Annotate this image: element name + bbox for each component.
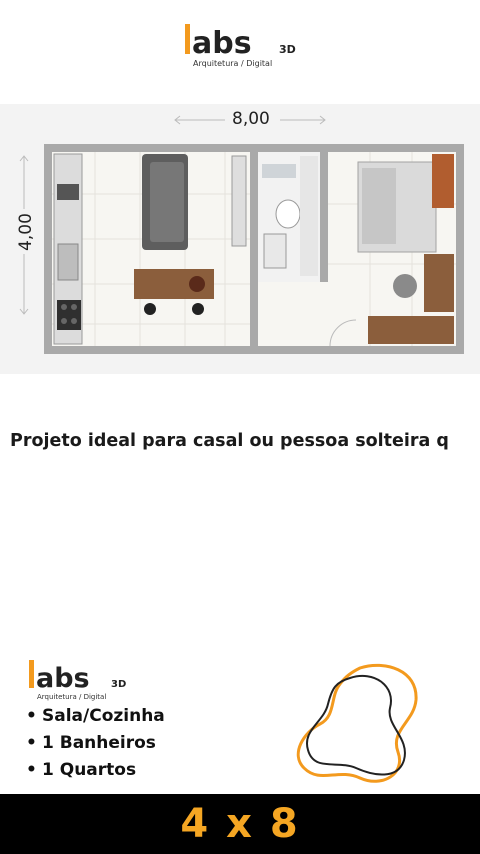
brand-logo-top: abs 3D Arquitetura / Digital [185, 24, 296, 68]
wardrobe-icon [368, 316, 454, 344]
burner-icon [71, 304, 77, 310]
decorative-blob-icon [296, 663, 418, 783]
desk-icon [424, 254, 454, 312]
fruit-bowl-icon [189, 276, 205, 292]
shower-icon [262, 164, 296, 178]
blob-black [305, 675, 406, 776]
size-label: 4 x 8 [180, 801, 300, 847]
sink-icon [57, 184, 79, 200]
stove-icon [57, 300, 81, 330]
stool-icon [192, 303, 204, 315]
bullet: • [26, 733, 37, 753]
feature-item: • Sala/Cozinha [26, 703, 165, 730]
floor-plan [0, 104, 480, 374]
logo-tagline: Arquitetura / Digital [37, 693, 106, 701]
hall-floor [258, 282, 328, 346]
logo-suffix: 3D [111, 679, 126, 690]
stool-icon [144, 303, 156, 315]
logo-l-bar [29, 660, 34, 688]
bed-pillow [362, 168, 396, 244]
sofa-cushion [150, 162, 184, 242]
floor-plan-drawing [19, 115, 464, 354]
logo-l-bar [185, 24, 190, 54]
tv-stand-icon [231, 155, 247, 247]
logo-suffix: 3D [279, 43, 296, 56]
plan-height-label: 4,00 [16, 213, 36, 251]
project-caption: Projeto ideal para casal ou pessoa solte… [10, 431, 449, 451]
feature-label: Sala/Cozinha [42, 706, 165, 726]
feature-item: • 1 Banheiros [26, 730, 165, 757]
logo-wordmark: abs [36, 663, 90, 694]
plan-width-label: 8,00 [232, 109, 270, 129]
burner-icon [71, 318, 77, 324]
burner-icon [61, 304, 67, 310]
toilet-icon [275, 199, 301, 229]
logo-tagline: Arquitetura / Digital [193, 59, 272, 68]
headboard-icon [432, 154, 454, 208]
brand-logo-bottom: abs 3D Arquitetura / Digital [29, 660, 126, 701]
feature-item: • 1 Quartos [26, 757, 165, 784]
feature-label: 1 Quartos [42, 760, 137, 780]
feature-list: • Sala/Cozinha • 1 Banheiros • 1 Quartos [26, 703, 165, 784]
chair-icon [393, 274, 417, 298]
feature-label: 1 Banheiros [42, 733, 156, 753]
bullet: • [26, 706, 37, 726]
footer-bar: 4 x 8 [0, 794, 480, 854]
fridge-icon [57, 243, 79, 281]
burner-icon [61, 318, 67, 324]
bullet: • [26, 760, 37, 780]
bathroom-sink-icon [263, 233, 287, 269]
marble-wall [300, 156, 318, 276]
logo-wordmark: abs [192, 26, 252, 61]
